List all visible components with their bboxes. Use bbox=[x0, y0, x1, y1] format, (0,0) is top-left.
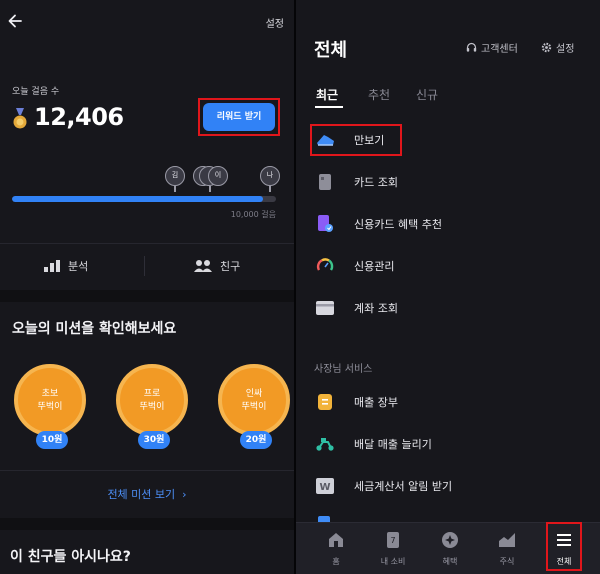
marker-tail bbox=[174, 186, 176, 192]
tab-underline bbox=[315, 106, 343, 108]
mission-badge-text: 프로 뚜벅이 bbox=[120, 388, 184, 414]
spending-icon: 7 bbox=[387, 532, 399, 548]
nav-stocks[interactable]: 주식 bbox=[482, 529, 532, 571]
menu-item-tax-invoice[interactable]: W 세금계산서 알림 받기 bbox=[314, 472, 452, 500]
settings-label: 설정 bbox=[556, 44, 575, 55]
mission-name: 뚜벅이 bbox=[139, 402, 165, 412]
friend-marker[interactable]: 이 bbox=[208, 166, 228, 186]
section-gap bbox=[0, 518, 294, 530]
section-gap bbox=[0, 290, 294, 302]
tab-recent[interactable]: 최근 bbox=[316, 86, 338, 103]
mission-name: 초보 bbox=[41, 389, 59, 399]
top-bar: 설정 bbox=[0, 0, 294, 44]
settings-link[interactable]: 설정 bbox=[266, 15, 284, 30]
people-icon bbox=[194, 260, 212, 272]
nav-label: 혜택 bbox=[442, 557, 458, 566]
all-menu-screen: 전체 고객센터 설정 최근 추천 신규 만보기 카드 조회 신용카드 혜택 추천… bbox=[296, 0, 600, 574]
settings-link[interactable]: 설정 bbox=[541, 40, 574, 55]
mission-name: 뚜벅이 bbox=[241, 402, 267, 412]
nav-all-highlight-box bbox=[546, 522, 582, 571]
reward-highlight-box bbox=[198, 98, 280, 136]
svg-text:W: W bbox=[319, 482, 330, 493]
menu-item-credit-management[interactable]: 신용관리 bbox=[314, 252, 394, 280]
menu-item-account-lookup[interactable]: 계좌 조회 bbox=[314, 294, 398, 322]
back-arrow-icon[interactable] bbox=[6, 12, 24, 30]
nav-benefit[interactable]: 혜택 bbox=[425, 529, 475, 571]
analysis-label: 분석 bbox=[68, 260, 89, 273]
gear-icon bbox=[541, 42, 552, 53]
invoice-icon: W bbox=[314, 475, 336, 497]
mission-badge[interactable]: 초보 뚜벅이 bbox=[14, 364, 86, 436]
menu-item-delivery-sales[interactable]: 배달 매출 늘리기 bbox=[314, 430, 432, 458]
chevron-right-icon: › bbox=[178, 488, 187, 501]
nav-label: 내 소비 bbox=[380, 557, 406, 566]
marker-tail bbox=[209, 186, 211, 192]
mission-reward: 30원 bbox=[138, 431, 170, 449]
mission-name: 프로 bbox=[143, 389, 161, 399]
ledger-icon bbox=[314, 391, 336, 413]
all-missions-link[interactable]: 전체 미션 보기 › bbox=[0, 486, 294, 502]
business-section-label: 사장님 서비스 bbox=[314, 364, 373, 375]
steps-count: 12,406 bbox=[34, 103, 124, 131]
nav-spending[interactable]: 7 내 소비 bbox=[368, 529, 418, 571]
my-marker[interactable]: 나 bbox=[260, 166, 280, 186]
menu-label: 카드 조회 bbox=[354, 176, 398, 189]
mission-badge[interactable]: 프로 뚜벅이 bbox=[116, 364, 188, 436]
analysis-button[interactable]: 분석 bbox=[44, 246, 88, 286]
page-title: 전체 bbox=[314, 40, 348, 61]
customer-center-link[interactable]: 고객센터 bbox=[466, 40, 518, 55]
mission-name: 뚜벅이 bbox=[37, 402, 63, 412]
stocks-icon bbox=[499, 533, 515, 547]
divider bbox=[0, 243, 294, 244]
bar-chart-icon bbox=[44, 260, 60, 272]
menu-label: 신용관리 bbox=[354, 260, 395, 273]
steps-label: 오늘 걸음 수 bbox=[12, 87, 60, 97]
credit-gauge-icon bbox=[314, 255, 336, 277]
mission-reward: 10원 bbox=[36, 431, 68, 449]
customer-center-label: 고객센터 bbox=[481, 44, 518, 55]
mission-reward: 20원 bbox=[240, 431, 272, 449]
menu-label: 계좌 조회 bbox=[354, 302, 398, 315]
headset-icon bbox=[466, 42, 477, 52]
menu-label: 배달 매출 늘리기 bbox=[354, 438, 432, 451]
divider bbox=[0, 470, 294, 471]
medal-icon bbox=[13, 108, 27, 129]
divider bbox=[144, 256, 145, 276]
all-missions-label: 전체 미션 보기 bbox=[107, 488, 176, 501]
tab-recommended[interactable]: 추천 bbox=[368, 86, 390, 103]
menu-item-card-benefit[interactable]: 신용카드 혜택 추천 bbox=[314, 210, 442, 238]
tab-new[interactable]: 신규 bbox=[416, 86, 438, 103]
friends-button[interactable]: 친구 bbox=[194, 246, 240, 286]
friend-marker[interactable]: 김 bbox=[165, 166, 185, 186]
friends-label: 친구 bbox=[220, 260, 241, 273]
mission-title: 오늘의 미션을 확인해보세요 bbox=[12, 321, 177, 337]
menu-item-sales-ledger[interactable]: 매출 장부 bbox=[314, 388, 398, 416]
goal-label: 10,000 걸음 bbox=[230, 210, 276, 219]
delivery-icon bbox=[314, 433, 336, 455]
menu-label: 세금계산서 알림 받기 bbox=[354, 480, 453, 493]
benefit-icon bbox=[442, 532, 458, 548]
card-benefit-icon bbox=[314, 213, 336, 235]
step-progress-fill bbox=[12, 196, 263, 202]
step-progress-bar bbox=[12, 196, 276, 202]
mission-badge-text: 인싸 뚜벅이 bbox=[222, 388, 286, 414]
mission-badge-text: 초보 뚜벅이 bbox=[18, 388, 82, 414]
marker-tail bbox=[269, 186, 271, 192]
menu-item-card-lookup[interactable]: 카드 조회 bbox=[314, 168, 398, 196]
svg-text:7: 7 bbox=[390, 536, 395, 545]
nav-home[interactable]: 홈 bbox=[311, 529, 361, 571]
menu-label: 신용카드 혜택 추천 bbox=[354, 218, 442, 231]
pedometer-screen: 설정 오늘 걸음 수 12,406 리워드 받기 김 이 나 10,000 걸음… bbox=[0, 0, 294, 574]
nav-label: 주식 bbox=[499, 557, 515, 566]
home-icon bbox=[329, 533, 343, 547]
pedometer-highlight-box bbox=[310, 124, 402, 156]
mission-badge[interactable]: 인싸 뚜벅이 bbox=[218, 364, 290, 436]
menu-label: 매출 장부 bbox=[354, 396, 398, 409]
mission-name: 인싸 bbox=[245, 389, 263, 399]
card-icon bbox=[314, 171, 336, 193]
nav-label: 홈 bbox=[332, 557, 340, 566]
account-icon bbox=[314, 297, 336, 319]
friends-section-title: 이 친구들 아시나요? bbox=[10, 549, 131, 565]
